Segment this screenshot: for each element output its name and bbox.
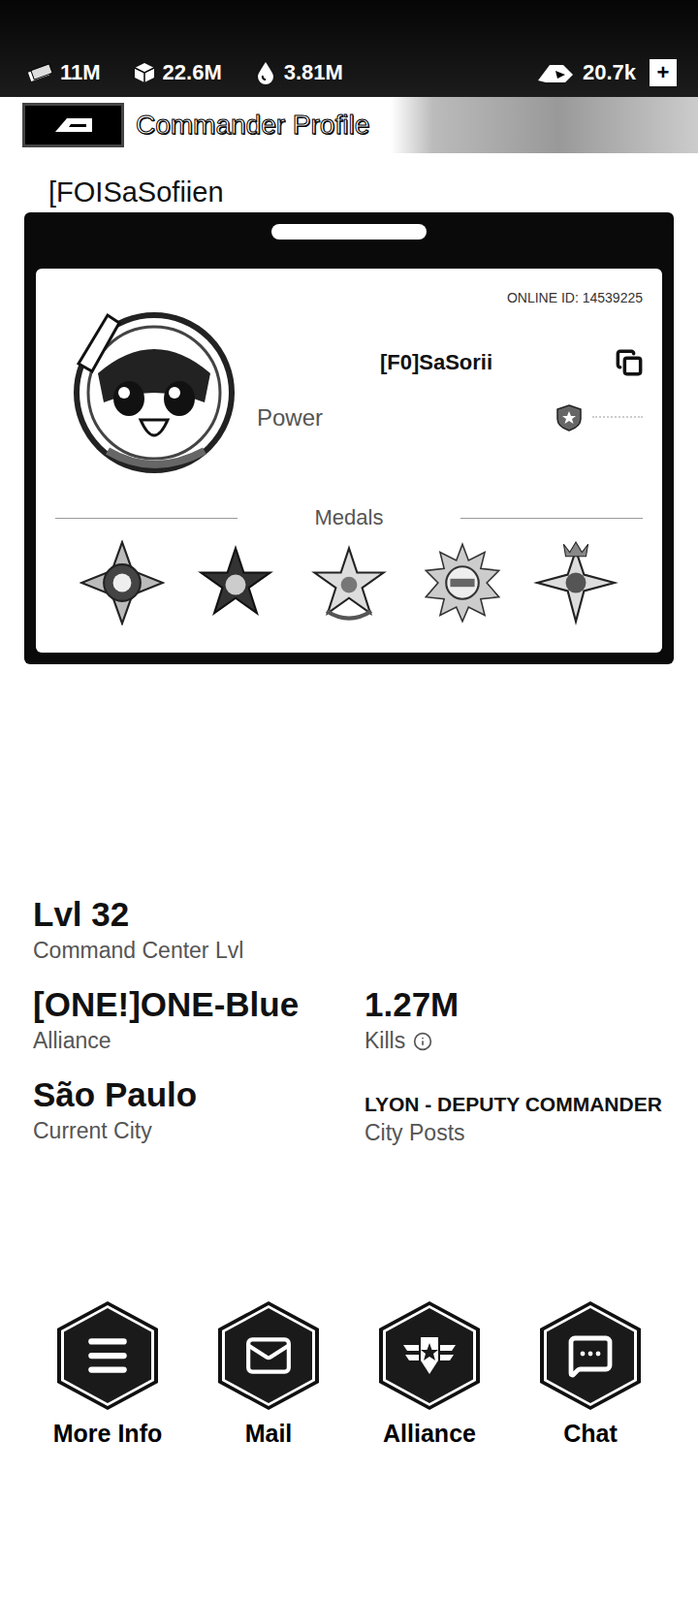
power-value [592,415,643,420]
header-strip: Commander Profile [0,96,698,154]
player-name: [FOISaSofiien [0,153,698,213]
online-id: ONLINE ID: 14539225 [507,289,643,306]
resource: 22.6M [133,60,223,86]
hex-frame[interactable] [379,1300,480,1410]
stat-value: Lvl 32 [32,894,698,934]
crate-icon [133,62,156,84]
oil-icon [254,61,277,85]
menu-button[interactable]: More Info [27,1300,189,1448]
name-row: [F0]SaSorii [256,349,643,377]
card-handle [271,223,427,240]
alliance-button[interactable]: Alliance [349,1300,510,1448]
profile-card: ONLINE ID: 14539225 [F0]SaSorii Power Medal… [24,212,674,665]
stat: São Paulo Current City [32,1075,365,1146]
chat-button[interactable]: Chat [509,1300,671,1448]
mail-icon [244,1331,293,1380]
back-button[interactable] [22,102,125,148]
stat-label: City Posts [364,1119,698,1146]
sun-medal-icon[interactable] [419,539,506,626]
commander-profile-page: 11M 22.6M 3.81M 20.7k + Commander Profile [FOI… [0,0,698,1600]
stat-value: São Paulo [32,1075,365,1114]
cross-medal-icon[interactable] [79,539,165,626]
medals-row [55,530,643,626]
action-label[interactable]: More Info [53,1419,163,1448]
stat-value: [ONE!]ONE-Blue [32,984,365,1024]
stat-label: Alliance [32,1027,365,1054]
stat-value: LYON - DEPUTY COMMANDER [364,1075,698,1116]
premium-currency: 20.7k + [536,59,677,87]
wreath-medal-icon[interactable] [306,539,392,626]
shield-icon [555,403,583,433]
action-label[interactable]: Mail [245,1419,293,1448]
power-row: Power [256,403,643,433]
alliance-icon [401,1331,458,1380]
medals-header: Medals [55,505,643,531]
stats-grid: Lvl 32 Command Center Lvl [ONE!]ONE-Blue Al… [0,894,698,1146]
stat-value: 1.27M [364,984,698,1024]
action-label[interactable]: Chat [563,1419,618,1448]
stat-label: Kills [364,1027,698,1054]
avatar-icon[interactable] [68,305,240,476]
crown-medal-icon[interactable] [533,539,619,626]
action-bar: More Info Mail Alliance Chat [0,1300,698,1448]
action-label[interactable]: Alliance [382,1419,476,1448]
stat-label: Command Center Lvl [32,937,698,964]
stat: 1.27M Kills [364,984,698,1054]
chat-icon [567,1332,614,1379]
profile-tab-icon [51,114,96,136]
header-title: Commander Profile [135,109,370,141]
power-label: Power [256,404,546,432]
info-icon[interactable] [412,1031,433,1051]
stat: LYON - DEPUTY COMMANDER City Posts [364,1075,698,1146]
stat-label: Current City [32,1117,365,1144]
premium-icon [536,61,575,85]
hex-frame[interactable] [57,1300,159,1410]
profile-row: [F0]SaSorii Power [55,305,643,476]
hex-frame[interactable] [539,1300,641,1410]
resource-value: 22.6M [162,60,223,86]
resource: 3.81M [254,60,344,86]
card-top [35,212,663,269]
add-label[interactable]: + [657,60,670,86]
resource-value: 3.81M [284,60,344,86]
medals-label: Medals [253,505,446,531]
hex-frame[interactable] [218,1300,319,1410]
profile-info: [F0]SaSorii Power [256,349,643,433]
menu-icon [83,1331,132,1380]
mail-button[interactable]: Mail [188,1300,349,1448]
star-medal-icon[interactable] [192,539,279,626]
card-panel: ONLINE ID: 14539225 [F0]SaSorii Power Medal… [35,268,663,653]
resource-value: 11M [60,60,101,86]
resource: 11M [27,60,101,86]
divider [55,517,238,519]
premium-value: 20.7k [582,60,636,86]
add-premium-button[interactable]: + [649,59,677,87]
resource-bar: 11M 22.6M 3.81M 20.7k + [0,0,698,97]
copy-icon[interactable] [615,349,643,377]
stat-level: Lvl 32 Command Center Lvl [32,894,698,964]
divider [460,517,643,519]
commander-name: [F0]SaSorii [256,349,616,376]
cash-icon [27,63,53,83]
stat: [ONE!]ONE-Blue Alliance [32,984,365,1054]
